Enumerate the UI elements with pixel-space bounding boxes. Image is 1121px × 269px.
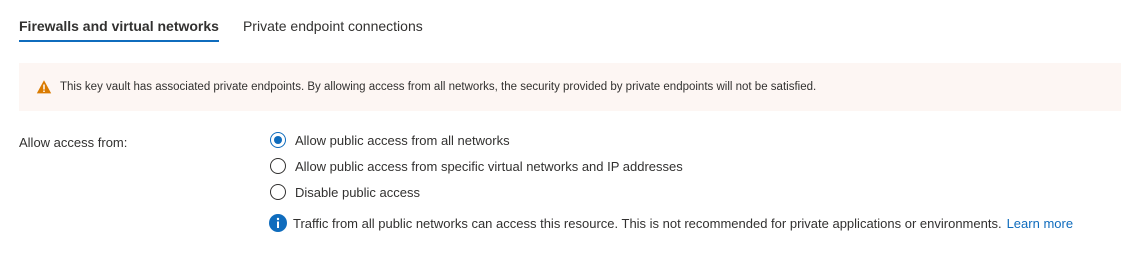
info-icon [269,214,287,232]
info-message: Traffic from all public networks can acc… [269,214,1073,232]
learn-more-link[interactable]: Learn more [1007,216,1073,231]
radio-disable-public-access[interactable]: Disable public access [270,183,683,201]
allow-access-from-label: Allow access from: [19,135,128,150]
radio-specific-networks[interactable]: Allow public access from specific virtua… [270,157,683,175]
radio-label-all-networks: Allow public access from all networks [295,132,510,148]
warning-message-bar: This key vault has associated private en… [19,63,1121,111]
access-radio-group: Allow public access from all networks Al… [270,131,683,209]
radio-label-disable-public-access: Disable public access [295,184,421,200]
radio-label-specific-networks: Allow public access from specific virtua… [295,158,683,174]
tab-bar: Firewalls and virtual networks Private e… [19,0,447,45]
info-text: Traffic from all public networks can acc… [293,215,1002,231]
radio-button-selected[interactable] [270,132,286,148]
tab-private-endpoint-connections[interactable]: Private endpoint connections [243,0,423,45]
radio-all-networks[interactable]: Allow public access from all networks [270,131,683,149]
warning-text: This key vault has associated private en… [60,81,817,93]
radio-button[interactable] [270,184,286,200]
tab-firewalls-and-virtual-networks[interactable]: Firewalls and virtual networks [19,0,219,45]
radio-button[interactable] [270,158,286,174]
warning-triangle-icon [36,79,52,95]
